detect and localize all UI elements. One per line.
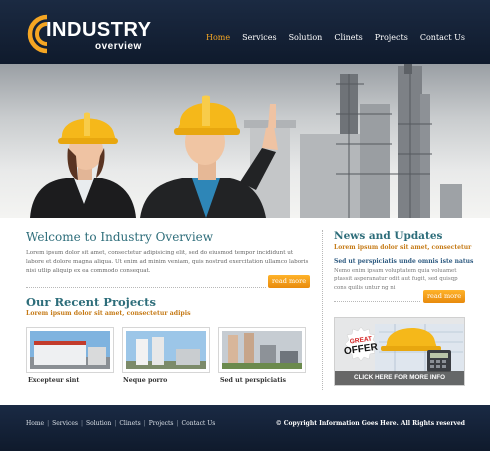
welcome-divider [26, 287, 266, 288]
nav-home[interactable]: Home [206, 33, 230, 42]
footer-separator: | [47, 420, 50, 427]
projects-heading: Our Recent Projects [26, 295, 156, 309]
site-footer: Home | Services | Solution | Clinets | P… [0, 405, 490, 451]
nav-services[interactable]: Services [242, 33, 276, 42]
main-nav: Home Services Solution Clinets Projects … [194, 33, 465, 42]
projects-subtitle: Lorem ipsum dolor sit amet, consectetur … [26, 310, 191, 317]
project-caption-3: Sed ut perspiciatis [220, 377, 287, 384]
footer-link-projects[interactable]: Projects [149, 420, 174, 427]
offer-banner[interactable]: GREAT OFFER CLICK HERE FOR MORE INFO [334, 317, 465, 386]
copyright-text: © Copyright Information Goes Here. All R… [275, 420, 465, 427]
logo-subtitle: overview [95, 41, 142, 52]
footer-link-solution[interactable]: Solution [86, 420, 111, 427]
hero-illustration [30, 64, 462, 218]
project-image-3 [222, 331, 302, 369]
footer-separator: | [143, 420, 146, 427]
project-thumb-2[interactable] [122, 327, 210, 373]
logo[interactable]: INDUSTRY overview [25, 13, 155, 55]
project-thumb-1[interactable] [26, 327, 114, 373]
news-item-title[interactable]: Sed ut perspiciatis unde omnis iste natu… [334, 258, 473, 265]
project-caption-1: Excepteur sint [28, 377, 80, 384]
news-divider [334, 301, 420, 302]
footer-link-home[interactable]: Home [26, 420, 44, 427]
project-caption-2: Neque porro [123, 377, 168, 384]
welcome-read-more-button[interactable]: read more [268, 275, 310, 288]
column-divider [322, 230, 323, 390]
welcome-heading: Welcome to Industry Overview [26, 230, 214, 244]
footer-link-contact-us[interactable]: Contact Us [182, 420, 216, 427]
news-read-more-button[interactable]: read more [423, 290, 465, 303]
nav-contact-us[interactable]: Contact Us [420, 33, 465, 42]
footer-nav: Home | Services | Solution | Clinets | P… [26, 420, 215, 427]
news-item-text: Nemo enim ipsam voluptatem quia voluamet… [334, 268, 458, 291]
nav-solution[interactable]: Solution [289, 33, 323, 42]
footer-link-services[interactable]: Services [52, 420, 78, 427]
logo-word: INDUSTRY [46, 19, 152, 41]
news-subtitle: Lorem ipsum dolor sit amet, consectetur [334, 244, 472, 251]
news-heading: News and Updates [334, 230, 443, 242]
main-content: Welcome to Industry Overview Lorem ipsum… [0, 218, 490, 405]
site-header: INDUSTRY overview Home Services Solution… [0, 0, 490, 64]
project-image-2 [126, 331, 206, 369]
offer-cta[interactable]: CLICK HERE FOR MORE INFO [335, 371, 464, 385]
project-image-1 [30, 331, 110, 369]
footer-separator: | [176, 420, 179, 427]
project-thumb-3[interactable] [218, 327, 306, 373]
nav-projects[interactable]: Projects [375, 33, 408, 42]
footer-link-clinets[interactable]: Clinets [119, 420, 140, 427]
footer-separator: | [80, 420, 83, 427]
nav-clinets[interactable]: Clinets [334, 33, 362, 42]
welcome-text: Lorem ipsum dolor sit amet, consectetur … [26, 250, 309, 275]
hero-banner [0, 64, 490, 218]
footer-separator: | [114, 420, 117, 427]
